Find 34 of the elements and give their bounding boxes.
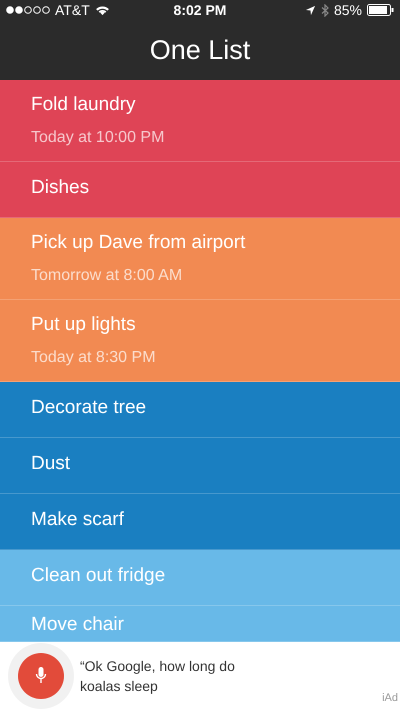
- task-title: Dishes: [31, 176, 90, 200]
- iad-label: iAd: [382, 690, 398, 706]
- task-row[interactable]: Pick up Dave from airport Tomorrow at 8:00 AM: [0, 218, 400, 300]
- task-row[interactable]: Fold laundry Today at 10:00 PM: [0, 80, 400, 162]
- task-row[interactable]: Make scarf: [0, 494, 400, 550]
- task-row[interactable]: Clean out fridge: [0, 550, 400, 606]
- task-title: Pick up Dave from airport: [31, 231, 246, 255]
- signal-icon: [6, 6, 50, 14]
- task-due-time: Today at 8:30 PM: [31, 348, 157, 368]
- ad-text: “Ok Google, how long do koalas sleep: [80, 657, 236, 696]
- task-title: Decorate tree: [31, 396, 148, 420]
- task-row[interactable]: Move chair: [0, 606, 400, 642]
- microphone-icon: [35, 666, 47, 686]
- task-due-time: Today at 10:00 PM: [31, 128, 166, 148]
- battery-icon: [367, 4, 394, 16]
- task-title: Clean out fridge: [31, 564, 166, 588]
- task-title: Dust: [31, 452, 72, 476]
- battery-percent: 85%: [334, 0, 362, 20]
- clock-time: 8:02 PM: [174, 0, 226, 20]
- task-row[interactable]: Decorate tree: [0, 382, 400, 438]
- task-due-time: Tomorrow at 8:00 AM: [31, 266, 184, 286]
- task-title: Make scarf: [31, 508, 125, 532]
- task-row[interactable]: Dishes: [0, 162, 400, 218]
- bluetooth-icon: [320, 4, 329, 16]
- location-arrow-icon: [304, 4, 316, 16]
- screen-title: One List: [150, 34, 250, 67]
- microphone-button[interactable]: [18, 653, 64, 699]
- carrier-name: AT&T: [55, 0, 90, 20]
- task-row[interactable]: Put up lights Today at 8:30 PM: [0, 300, 400, 382]
- task-title: Put up lights: [31, 313, 137, 337]
- wifi-icon: [94, 4, 110, 16]
- task-title: Move chair: [31, 613, 125, 637]
- task-row[interactable]: Dust: [0, 438, 400, 494]
- task-title: Fold laundry: [31, 93, 137, 117]
